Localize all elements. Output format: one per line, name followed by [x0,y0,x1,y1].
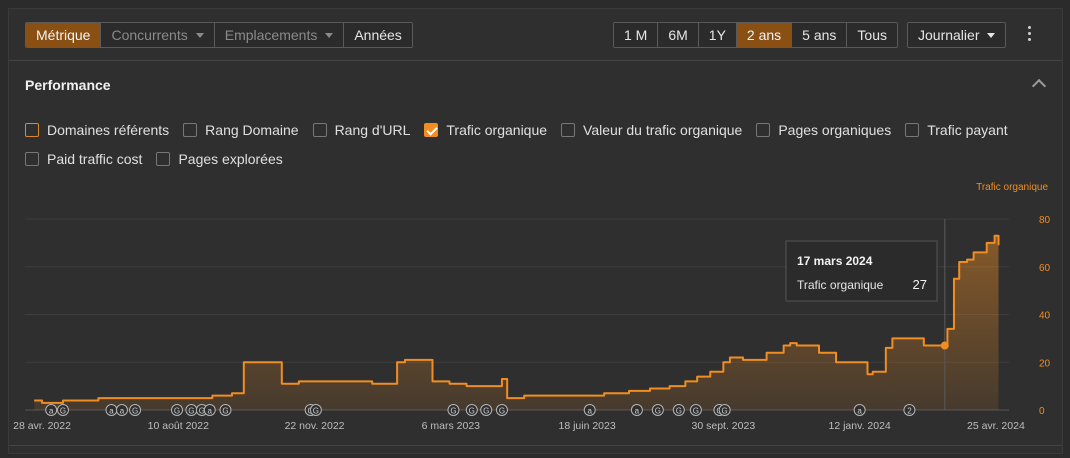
annotation-label: G [469,407,475,416]
annotation-label: G [132,407,138,416]
annotation-marker[interactable]: a [630,404,643,416]
y-tick-label: 60 [1039,263,1051,274]
x-tick-label: 28 avr. 2022 [13,420,71,432]
tooltip-box [785,240,938,302]
y-axis-title: Trafic organique [976,182,1048,193]
annotation-label: G [222,407,228,416]
annotation-marker[interactable]: 2 [903,404,916,416]
annotation-label: a [109,407,114,416]
annotation-label: G [499,407,505,416]
annotation-marker[interactable]: a [105,404,118,416]
annotation-label: G [60,407,66,416]
annotation-marker[interactable]: a [45,404,58,416]
annotation-label: G [722,407,728,416]
tooltip: 17 mars 2024 Trafic organique 27 [785,240,938,302]
annotation-label: a [635,407,640,416]
annotation-marker[interactable]: G [689,404,702,416]
annotation-marker[interactable]: G [718,404,731,416]
chart-panel: Métrique Concurrents Emplacements Années 1 … [8,8,1063,454]
x-tick-label: 10 août 2022 [148,420,209,432]
annotation-label: G [483,407,489,416]
annotation-label: G [693,407,699,416]
y-tick-label: 40 [1039,311,1051,322]
annotation-label: G [174,407,180,416]
annotation-label: G [313,407,319,416]
annotation-marker[interactable]: a [583,404,596,416]
annotation-marker[interactable]: G [56,404,69,416]
annotation-marker[interactable]: a [203,404,216,416]
annotation-marker[interactable]: G [170,404,183,416]
annotation-label: G [188,407,194,416]
hover-point [940,341,949,350]
annotation-label: a [587,407,592,416]
annotation-label: G [655,407,661,416]
x-tick-label: 18 juin 2023 [558,420,615,432]
annotation-label: G [676,407,682,416]
annotation-label: G [450,407,456,416]
annotation-marker[interactable]: G [495,404,508,416]
x-tick-label: 25 avr. 2024 [967,420,1025,432]
annotation-marker[interactable]: G [129,404,142,416]
x-tick-label: 30 sept. 2023 [692,420,756,432]
x-tick-label: 12 janv. 2024 [828,420,890,432]
annotation-label: a [857,407,862,416]
tooltip-date: 17 mars 2024 [797,254,873,268]
annotation-marker[interactable]: G [465,404,478,416]
y-tick-label: 80 [1039,215,1051,226]
tooltip-value: 27 [913,277,927,292]
x-tick-label: 6 mars 2023 [422,420,481,432]
annotation-label: a [208,407,213,416]
x-tick-label: 22 nov. 2022 [285,420,345,432]
annotation-label: 2 [907,407,912,416]
annotation-label: a [120,407,125,416]
annotation-marker[interactable]: a [853,404,866,416]
annotation-marker[interactable]: G [672,404,685,416]
annotation-marker[interactable]: G [185,404,198,416]
annotation-marker[interactable]: G [219,404,232,416]
tooltip-label: Trafic organique [797,278,884,292]
annotation-marker[interactable]: a [115,404,128,416]
annotation-label: a [49,407,54,416]
traffic-chart[interactable]: 80 60 40 20 0 Trafic organique 17 mars 2024 Tra… [9,9,1064,455]
annotation-marker[interactable]: G [651,404,664,416]
annotation-marker[interactable]: G [447,404,460,416]
divider [9,445,1062,446]
y-tick-label: 20 [1039,358,1051,369]
annotation-marker[interactable]: G [309,404,322,416]
annotation-marker[interactable]: G [480,404,493,416]
y-tick-label: 0 [1039,406,1045,417]
